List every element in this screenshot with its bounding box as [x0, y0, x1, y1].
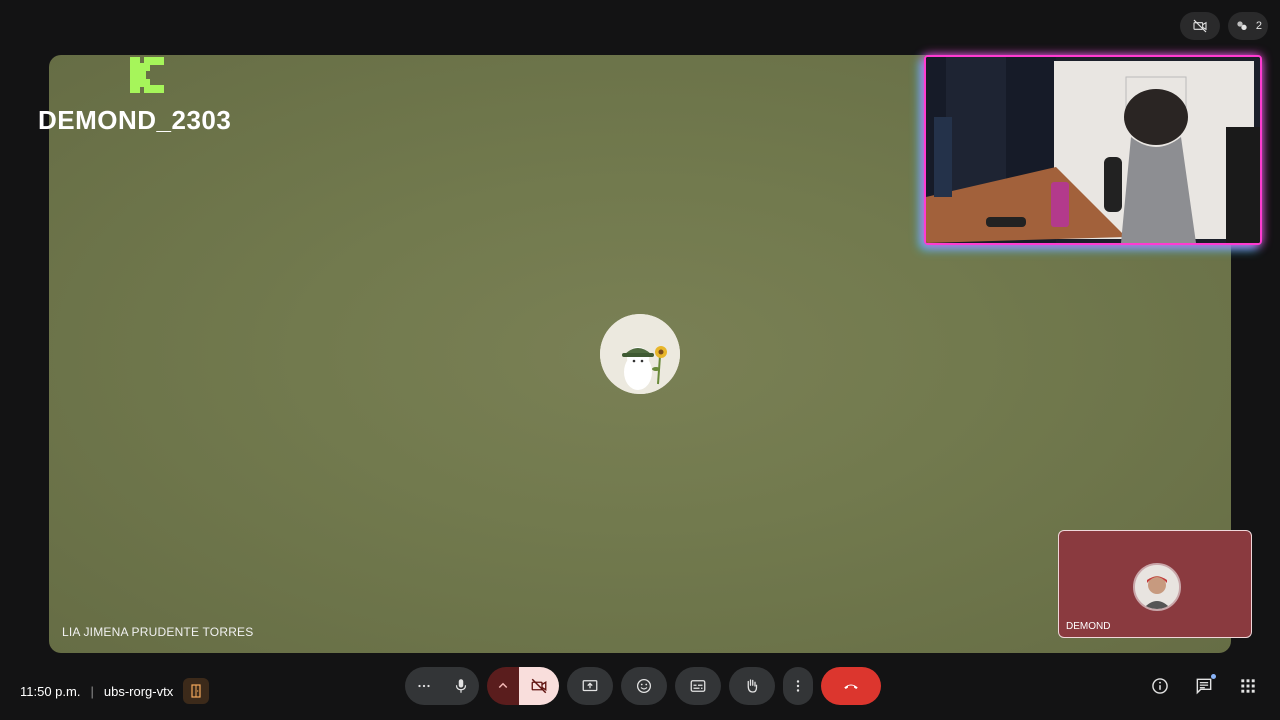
- clock-time: 11:50 p.m.: [20, 683, 81, 699]
- chat-button[interactable]: [1192, 674, 1216, 698]
- video-controls-group: [487, 667, 559, 705]
- door-icon: [191, 684, 201, 698]
- video-options-button[interactable]: [487, 667, 519, 705]
- participants-count: 2: [1255, 20, 1262, 32]
- meeting-details-button[interactable]: [1148, 674, 1172, 698]
- microphone-button[interactable]: [443, 667, 479, 705]
- end-call-icon: [844, 684, 858, 689]
- more-options-icon: [418, 684, 430, 688]
- self-name: DEMOND: [1066, 621, 1111, 632]
- meeting-code: ubs-rorg-vtx: [103, 683, 174, 699]
- present-screen-button[interactable]: [567, 667, 613, 705]
- emoji-reactions-button[interactable]: [621, 667, 667, 705]
- raise-hand-icon: [747, 679, 758, 693]
- activities-button[interactable]: [1236, 674, 1260, 698]
- audio-options-button[interactable]: [405, 667, 443, 705]
- end-call-button[interactable]: [821, 667, 881, 705]
- top-indicators: 2: [1179, 12, 1268, 40]
- cat-with-hat-avatar-icon: [600, 314, 680, 394]
- call-controls: [405, 667, 881, 705]
- chat-notification-dot: [1211, 674, 1216, 679]
- more-vert-icon: [796, 680, 800, 692]
- self-view-tile[interactable]: DEMOND: [1058, 530, 1252, 638]
- door-button[interactable]: [183, 678, 210, 704]
- people-icon: [1237, 21, 1247, 30]
- camera-off-indicator[interactable]: [1179, 12, 1220, 40]
- brand-name: DEMOND_2303: [38, 105, 232, 135]
- apps-grid-icon: [1241, 679, 1255, 693]
- participants-indicator[interactable]: 2: [1227, 12, 1268, 40]
- microphone-icon: [455, 679, 467, 693]
- kick-logo-icon: [130, 57, 164, 93]
- info-icon: [1152, 678, 1168, 694]
- captions-icon: [690, 680, 706, 692]
- participant-avatar: [600, 314, 680, 394]
- present-screen-icon: [582, 680, 598, 692]
- raise-hand-button[interactable]: [729, 667, 775, 705]
- more-options-button[interactable]: [783, 667, 813, 705]
- captions-button[interactable]: [675, 667, 721, 705]
- meeting-info: 11:50 p.m. | ubs-rorg-vtx: [20, 678, 210, 704]
- main-participant-name: LIA JIMENA PRUDENTE TORRES: [62, 625, 254, 639]
- camera-off-icon: [531, 678, 547, 694]
- chevron-up-icon: [498, 682, 508, 689]
- side-panel-buttons: [1148, 674, 1260, 698]
- camera-off-icon: [1193, 19, 1207, 33]
- webcam-feed-image: [926, 57, 1260, 243]
- user-photo-avatar-icon: [1135, 565, 1179, 609]
- divider: |: [90, 683, 94, 699]
- self-avatar: [1133, 563, 1181, 611]
- camera-toggle-button[interactable]: [519, 667, 559, 705]
- audio-controls-group: [405, 667, 479, 705]
- webcam-overlay: [924, 55, 1262, 245]
- chat-icon: [1196, 678, 1212, 695]
- emoji-icon: [636, 678, 652, 694]
- stream-brand-overlay: DEMOND_2303: [36, 55, 266, 145]
